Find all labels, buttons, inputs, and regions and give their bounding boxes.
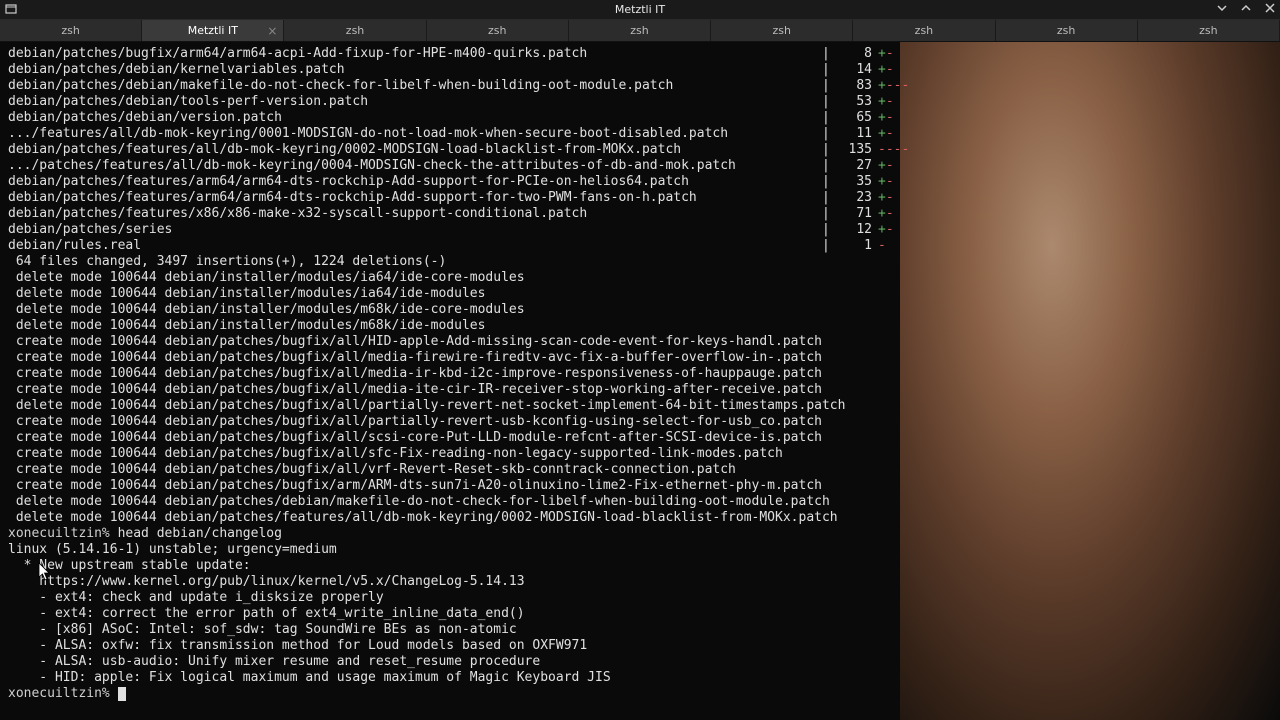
terminal-line: https://www.kernel.org/pub/linux/kernel/… (8, 574, 1272, 590)
tab[interactable]: zsh (569, 20, 711, 41)
terminal-line: xonecuiltzin% (8, 686, 1272, 702)
tab-label: zsh (1057, 24, 1075, 37)
maximize-button[interactable] (1240, 2, 1252, 14)
close-button[interactable] (1264, 2, 1276, 14)
terminal-line: create mode 100644 debian/patches/bugfix… (8, 334, 1272, 350)
terminal-line: create mode 100644 debian/patches/bugfix… (8, 478, 1272, 494)
terminal-line: delete mode 100644 debian/patches/bugfix… (8, 398, 1272, 414)
tab-label: zsh (488, 24, 506, 37)
terminal-line: linux (5.14.16-1) unstable; urgency=medi… (8, 542, 1272, 558)
terminal-line: create mode 100644 debian/patches/bugfix… (8, 366, 1272, 382)
terminal-line: create mode 100644 debian/patches/bugfix… (8, 446, 1272, 462)
terminal-line: delete mode 100644 debian/patches/debian… (8, 494, 1272, 510)
terminal-line: delete mode 100644 debian/installer/modu… (8, 286, 1272, 302)
terminal-line: create mode 100644 debian/patches/bugfix… (8, 462, 1272, 478)
window-title: Metztli IT (615, 3, 665, 16)
terminal-line: create mode 100644 debian/patches/bugfix… (8, 414, 1272, 430)
terminal-line: xonecuiltzin% head debian/changelog (8, 526, 1272, 542)
terminal-line: .../features/all/db-mok-keyring/0001-MOD… (8, 126, 1272, 142)
terminal-line: * New upstream stable update: (8, 558, 1272, 574)
terminal-line: delete mode 100644 debian/installer/modu… (8, 302, 1272, 318)
terminal-line: create mode 100644 debian/patches/bugfix… (8, 350, 1272, 366)
terminal-line: delete mode 100644 debian/installer/modu… (8, 318, 1272, 334)
tab[interactable]: zsh (711, 20, 853, 41)
terminal-line: delete mode 100644 debian/patches/featur… (8, 510, 1272, 526)
terminal-output[interactable]: debian/patches/bugfix/arm64/arm64-acpi-A… (0, 42, 1280, 706)
terminal-line: create mode 100644 debian/patches/bugfix… (8, 382, 1272, 398)
terminal-line: 64 files changed, 3497 insertions(+), 12… (8, 254, 1272, 270)
minimize-button[interactable] (1216, 2, 1228, 14)
tab[interactable]: zsh (1138, 20, 1280, 41)
tab-close-icon[interactable]: × (267, 24, 277, 38)
tab[interactable]: zsh (0, 20, 142, 41)
tab[interactable]: zsh (853, 20, 995, 41)
terminal-line: debian/patches/features/arm64/arm64-dts-… (8, 190, 1272, 206)
terminal-line: create mode 100644 debian/patches/bugfix… (8, 430, 1272, 446)
terminal-line: debian/patches/debian/tools-perf-version… (8, 94, 1272, 110)
terminal-line: - HID: apple: Fix logical maximum and us… (8, 670, 1272, 686)
tab-label: zsh (772, 24, 790, 37)
tab-label: zsh (61, 24, 79, 37)
terminal-line: debian/patches/debian/makefile-do-not-ch… (8, 78, 1272, 94)
tab-bar: zsh Metztli IT × zsh zsh zsh zsh zsh zsh zsh (0, 20, 1280, 42)
tab-label: zsh (346, 24, 364, 37)
terminal-line: debian/patches/debian/version.patch|65+- (8, 110, 1272, 126)
terminal-line: debian/patches/debian/kernelvariables.pa… (8, 62, 1272, 78)
terminal-line: debian/patches/features/x86/x86-make-x32… (8, 206, 1272, 222)
terminal-line: debian/patches/features/arm64/arm64-dts-… (8, 174, 1272, 190)
terminal-line: debian/patches/features/all/db-mok-keyri… (8, 142, 1272, 158)
tab[interactable]: zsh (284, 20, 426, 41)
terminal-cursor (118, 687, 126, 701)
tab-label: zsh (915, 24, 933, 37)
tab[interactable]: zsh (427, 20, 569, 41)
terminal-line: - ALSA: oxfw: fix transmission method fo… (8, 638, 1272, 654)
terminal-line: - ALSA: usb-audio: Unify mixer resume an… (8, 654, 1272, 670)
tab-label: zsh (1199, 24, 1217, 37)
terminal-line: debian/patches/bugfix/arm64/arm64-acpi-A… (8, 46, 1272, 62)
terminal-line: - ext4: correct the error path of ext4_w… (8, 606, 1272, 622)
app-menu-icon[interactable] (4, 2, 18, 16)
tab-label: Metztli IT (188, 24, 238, 37)
terminal-line: debian/rules.real|1- (8, 238, 1272, 254)
tab[interactable]: zsh (996, 20, 1138, 41)
terminal-line: delete mode 100644 debian/installer/modu… (8, 270, 1272, 286)
terminal-line: .../patches/features/all/db-mok-keyring/… (8, 158, 1272, 174)
terminal-line: debian/patches/series|12+- (8, 222, 1272, 238)
tab-label: zsh (630, 24, 648, 37)
tab-active[interactable]: Metztli IT × (142, 20, 284, 41)
terminal-line: - ext4: check and update i_disksize prop… (8, 590, 1272, 606)
window-titlebar: Metztli IT (0, 0, 1280, 20)
terminal-line: - [x86] ASoC: Intel: sof_sdw: tag SoundW… (8, 622, 1272, 638)
